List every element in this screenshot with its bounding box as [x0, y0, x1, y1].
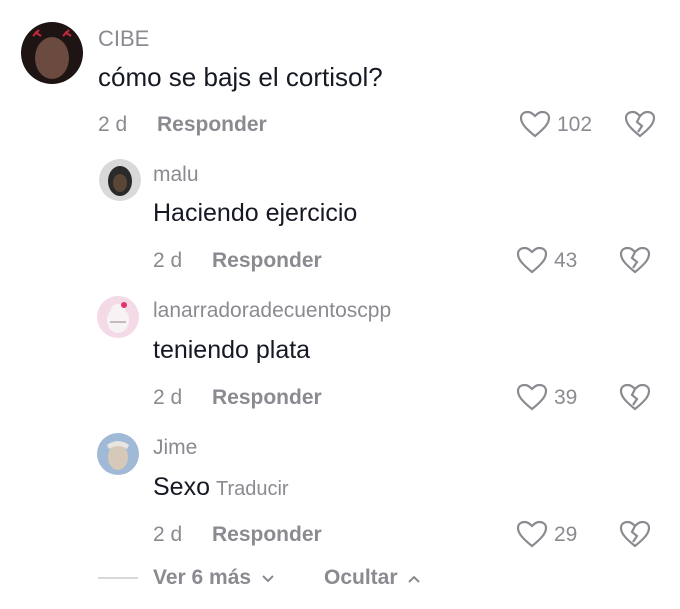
avatar-malu-image — [99, 159, 141, 201]
reply-username[interactable]: Jime — [153, 436, 197, 460]
view-more-button[interactable]: Ver 6 más — [153, 566, 275, 590]
avatar-lanarradoradecuentoscpp[interactable] — [97, 296, 139, 338]
reply-text: teniendo plata — [153, 336, 311, 364]
broken-heart-icon[interactable] — [619, 383, 651, 411]
reply-username[interactable]: lanarradoradecuentoscpp — [153, 299, 391, 323]
reply-time: 2 d — [153, 249, 183, 272]
heart-outline-icon[interactable] — [516, 383, 548, 411]
like-count: 102 — [557, 113, 593, 136]
view-more-label: Ver 6 más — [153, 566, 252, 589]
avatar-malu[interactable] — [99, 159, 141, 201]
reply-time: 2 d — [153, 523, 183, 546]
reply-button[interactable]: Responder — [212, 386, 322, 410]
comment-text: cómo se bajs el cortisol? — [98, 62, 383, 92]
broken-heart-icon[interactable] — [624, 110, 656, 138]
reply-time: 2 d — [153, 386, 183, 409]
hide-replies-button[interactable]: Ocultar — [324, 566, 421, 590]
reply-text: Haciendo ejercicio — [153, 199, 358, 227]
reply-button[interactable]: Responder — [157, 113, 267, 137]
like-count: 29 — [554, 523, 578, 546]
like-count: 43 — [554, 249, 578, 272]
avatar-cibe-image — [21, 22, 83, 84]
broken-heart-icon[interactable] — [619, 520, 651, 548]
reply-username[interactable]: malu — [153, 163, 199, 187]
reply-text: Sexo — [153, 473, 210, 501]
heart-outline-icon[interactable] — [519, 110, 551, 138]
chevron-up-icon — [408, 575, 421, 583]
avatar-jime[interactable] — [97, 433, 139, 475]
like-count: 39 — [554, 386, 578, 409]
avatar-cibe[interactable] — [21, 22, 83, 84]
comment-time: 2 d — [98, 113, 128, 136]
avatar-lanarradora-image — [97, 296, 139, 338]
reply-button[interactable]: Responder — [212, 523, 322, 547]
translate-button[interactable]: Traducir — [216, 478, 289, 500]
comment-username[interactable]: CIBE — [98, 26, 149, 52]
heart-outline-icon[interactable] — [516, 520, 548, 548]
footer-divider — [98, 577, 138, 579]
broken-heart-icon[interactable] — [619, 246, 651, 274]
reply-text-row: Sexo Traducir — [153, 473, 289, 502]
hide-label: Ocultar — [324, 566, 398, 589]
chevron-down-icon — [262, 575, 274, 583]
heart-outline-icon[interactable] — [516, 246, 548, 274]
reply-button[interactable]: Responder — [212, 249, 322, 273]
avatar-jime-image — [97, 433, 139, 475]
